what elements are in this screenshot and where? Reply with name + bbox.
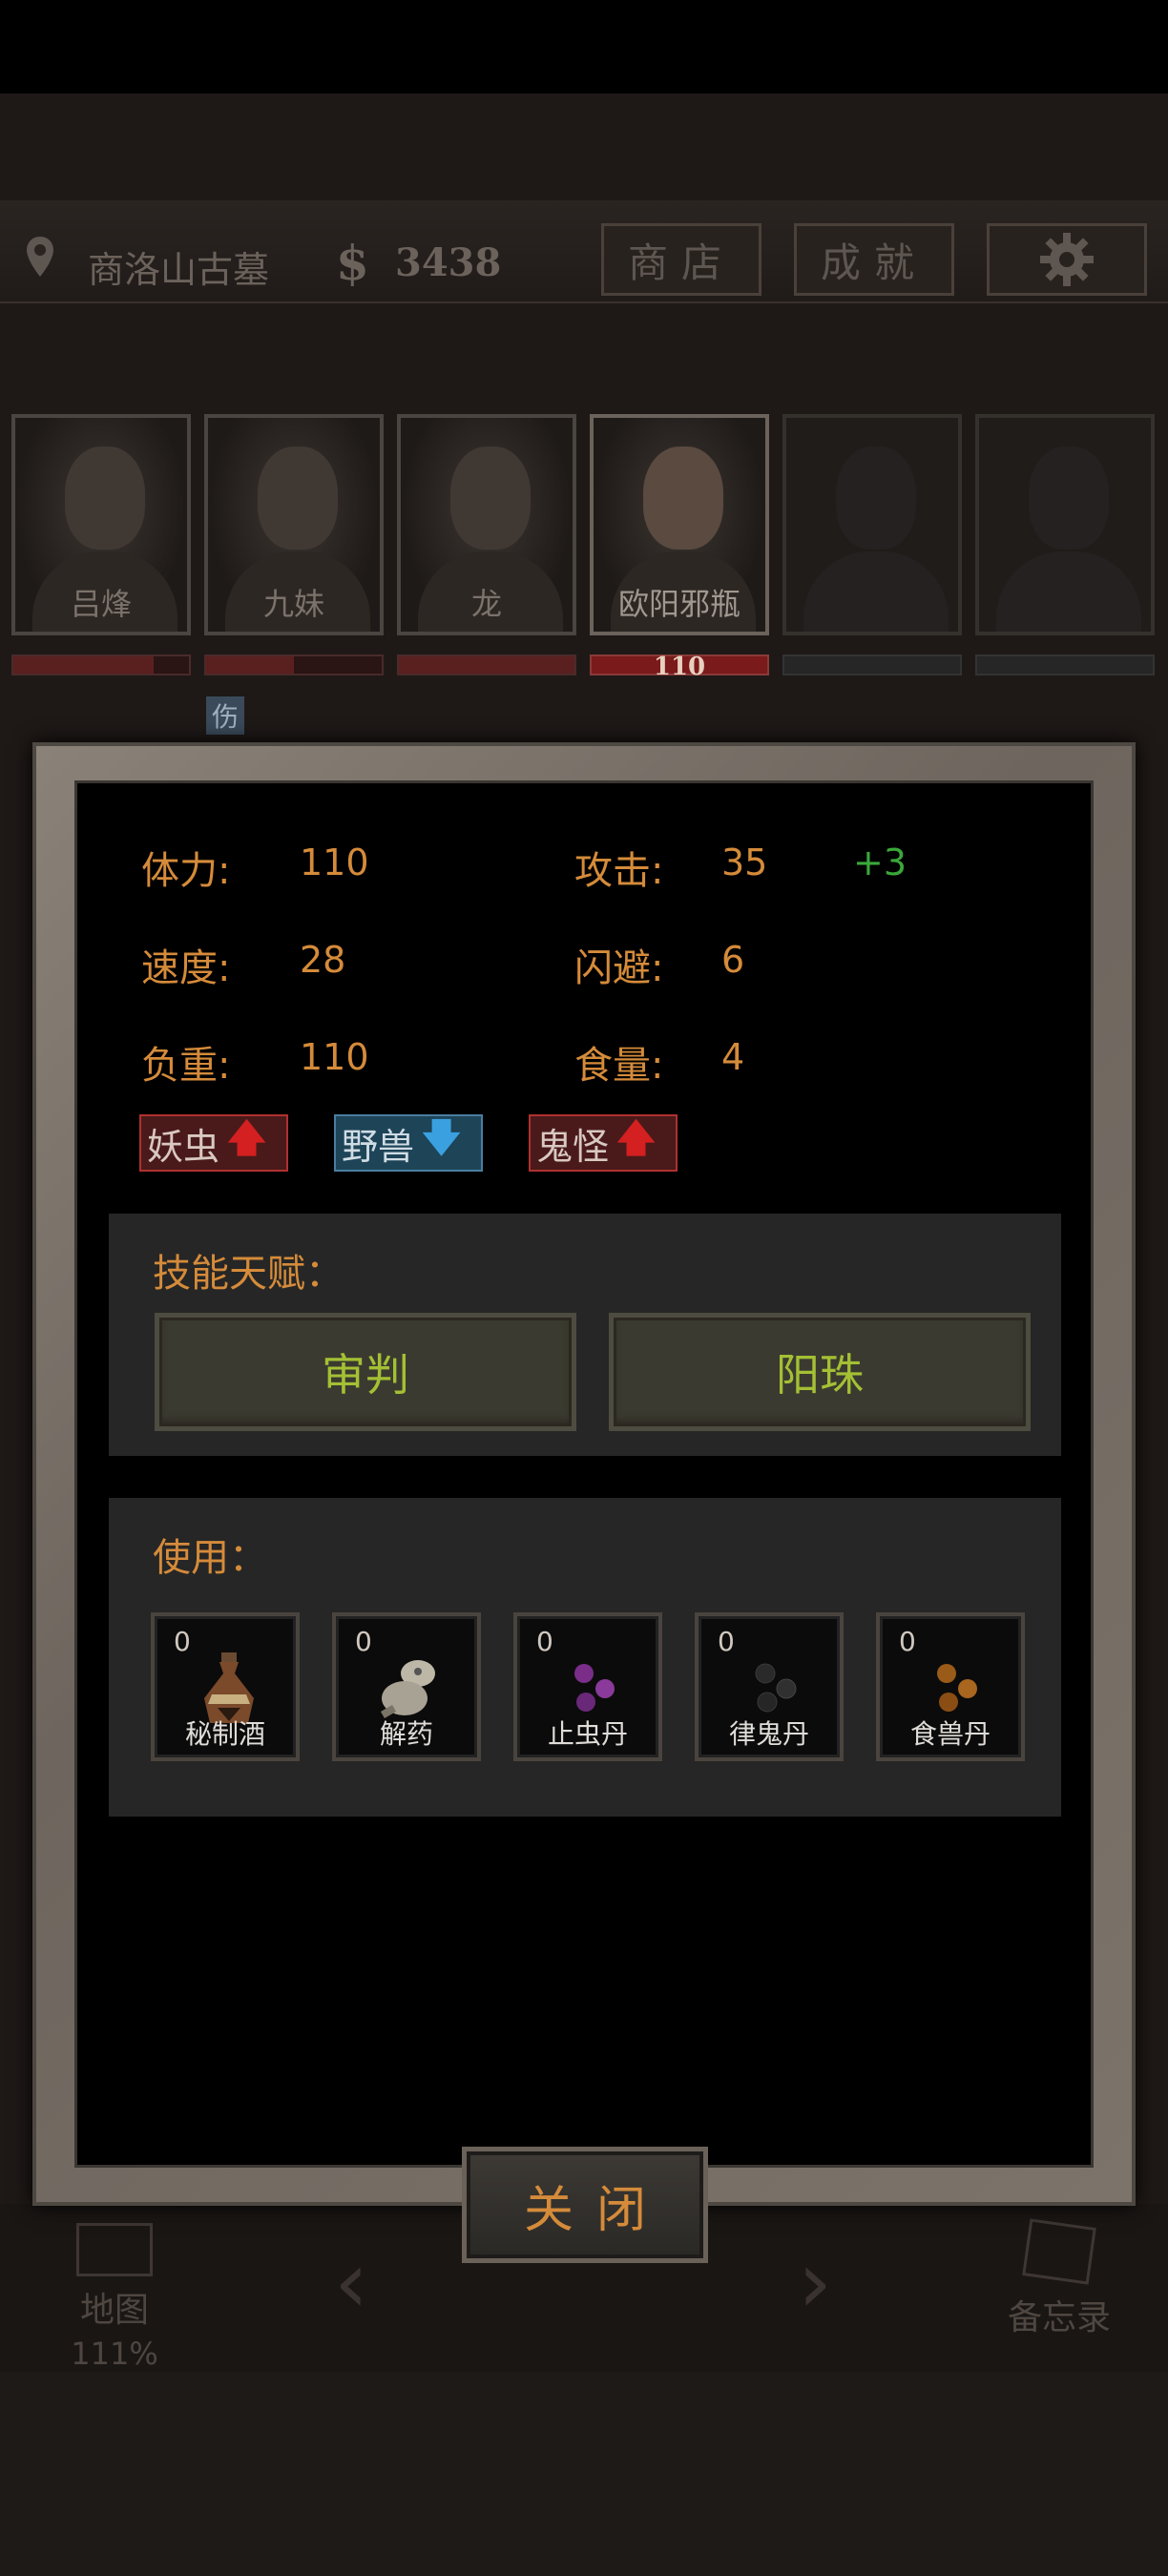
skill-button[interactable]: 阳珠 <box>609 1313 1031 1431</box>
chevron-left-icon[interactable]: ‹ <box>334 2233 368 2333</box>
dodge-value: 6 <box>721 939 745 981</box>
empty-team-slot[interactable] <box>975 414 1155 635</box>
settings-button[interactable] <box>987 223 1147 296</box>
item-slot[interactable]: 0 律鬼丹 <box>695 1612 844 1761</box>
item-count: 0 <box>355 1626 372 1657</box>
team-member-portrait-selected[interactable]: 欧阳邪瓶 <box>590 414 769 635</box>
member-name: 龙 <box>470 586 502 622</box>
affinity-label: 野兽 <box>342 1125 415 1168</box>
hp-bar-selected: 110 <box>590 653 769 681</box>
member-name: 吕烽 <box>70 586 132 622</box>
bottom-bar <box>0 2372 1168 2576</box>
stamina-value: 110 <box>300 841 369 883</box>
use-title: 使用： <box>153 1536 267 1580</box>
food-label: 食量: <box>574 1044 664 1088</box>
affinity-label: 鬼怪 <box>536 1125 610 1168</box>
close-button[interactable]: 关闭 <box>462 2147 708 2263</box>
money-value: 3438 <box>395 240 502 285</box>
item-label: 食兽丹 <box>909 1718 991 1750</box>
portrait-head <box>836 447 916 550</box>
hp-bar <box>11 654 191 675</box>
hp-bar-empty <box>975 654 1155 675</box>
item-label: 秘制酒 <box>184 1718 265 1750</box>
gear-icon <box>1040 233 1094 286</box>
memo-label: 备忘录 <box>1007 2298 1111 2337</box>
affinity-badge-insect: 妖虫 🡅 <box>139 1114 288 1172</box>
attack-label: 攻击: <box>574 849 664 893</box>
injury-status-badge: 伤 <box>206 696 244 735</box>
portrait-body <box>996 551 1141 632</box>
item-count: 0 <box>718 1626 735 1657</box>
dodge-label: 闪避: <box>574 946 664 990</box>
chevron-right-icon[interactable]: › <box>798 2233 832 2333</box>
top-black-bar <box>0 0 1168 93</box>
item-count: 0 <box>174 1626 191 1657</box>
location-name: 商洛山古墓 <box>88 249 270 291</box>
top-hud: 商洛山古墓 $ 3438 商店 成就 <box>0 200 1168 303</box>
stamina-label: 体力: <box>141 849 231 893</box>
speed-value: 28 <box>300 939 346 981</box>
member-name: 欧阳邪瓶 <box>617 586 740 622</box>
location-pin-icon <box>27 237 53 277</box>
item-count: 0 <box>536 1626 553 1657</box>
team-member-portrait[interactable]: 九妹 <box>204 414 384 635</box>
hp-fill <box>13 656 155 674</box>
map-percent: 111% <box>71 2336 158 2372</box>
shop-button[interactable]: 商店 <box>601 223 761 296</box>
hp-fill <box>206 656 294 674</box>
arrow-up-icon: 🡅 <box>616 1116 657 1160</box>
item-label: 止虫丹 <box>547 1718 628 1750</box>
item-slot[interactable]: 0 食兽丹 <box>876 1612 1025 1761</box>
memo-button[interactable]: 备忘录 <box>992 2218 1126 2339</box>
dollar-icon: $ <box>336 235 369 291</box>
affinity-label: 妖虫 <box>147 1125 220 1168</box>
arrow-down-icon: 🡇 <box>422 1116 462 1160</box>
map-button[interactable]: 地图 111% <box>69 2223 160 2372</box>
affinity-badge-ghost: 鬼怪 🡅 <box>529 1114 678 1172</box>
load-value: 110 <box>300 1036 369 1078</box>
portrait-head <box>643 447 723 550</box>
portrait-head <box>258 447 338 550</box>
empty-team-slot[interactable] <box>782 414 962 635</box>
portrait-head <box>65 447 145 550</box>
item-count: 0 <box>899 1626 916 1657</box>
item-label: 解药 <box>379 1718 433 1750</box>
use-items-section: 使用： 0 秘制酒 0 解药 0 止虫丹 0 律鬼丹 0 食兽丹 <box>109 1498 1061 1817</box>
attack-bonus: +3 <box>853 841 907 883</box>
arrow-up-icon: 🡅 <box>227 1116 267 1160</box>
hp-bar-empty <box>782 654 962 675</box>
team-member-portrait[interactable]: 吕烽 <box>11 414 191 635</box>
portrait-head <box>450 447 531 550</box>
item-slot[interactable]: 0 止虫丹 <box>513 1612 662 1761</box>
skill-button[interactable]: 审判 <box>155 1313 576 1431</box>
speed-label: 速度: <box>141 946 231 990</box>
hp-bar <box>204 654 384 675</box>
team-member-portrait[interactable]: 龙 <box>397 414 576 635</box>
achievements-button[interactable]: 成就 <box>794 223 954 296</box>
map-label: 地图 <box>79 2291 149 2330</box>
hp-bar <box>397 654 576 675</box>
member-name: 九妹 <box>262 586 324 622</box>
map-icon <box>76 2223 153 2276</box>
portrait-body <box>803 551 949 632</box>
item-label: 律鬼丹 <box>728 1718 809 1750</box>
skills-title: 技能天赋： <box>153 1252 344 1296</box>
affinity-badge-beast: 野兽 🡇 <box>334 1114 483 1172</box>
load-label: 负重: <box>141 1044 231 1088</box>
item-slot[interactable]: 0 解药 <box>332 1612 481 1761</box>
hp-fill <box>399 656 574 674</box>
hp-value: 110 <box>653 653 706 681</box>
item-slot[interactable]: 0 秘制酒 <box>151 1612 300 1761</box>
attack-value: 35 <box>721 841 768 883</box>
memo-icon <box>1022 2218 1096 2285</box>
food-value: 4 <box>721 1036 745 1078</box>
portrait-head <box>1029 447 1109 550</box>
skills-section: 技能天赋： 审判 阳珠 <box>109 1214 1061 1456</box>
